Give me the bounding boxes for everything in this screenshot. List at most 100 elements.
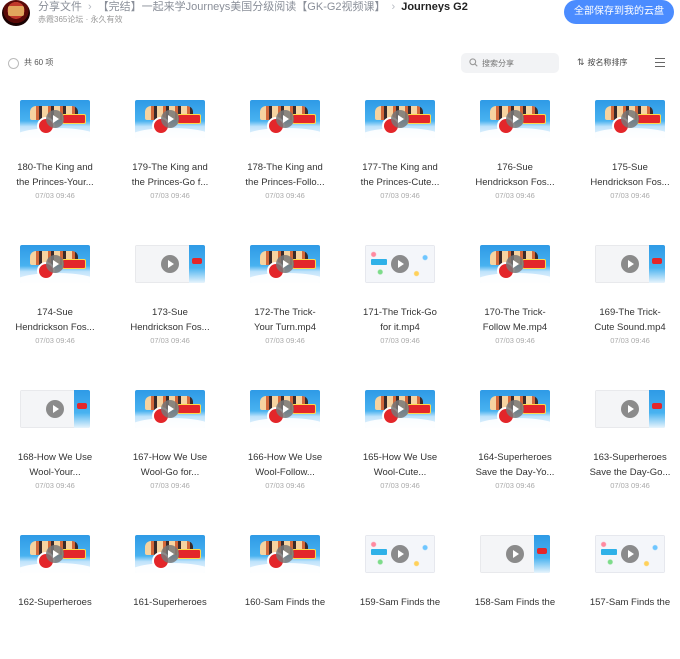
- play-icon[interactable]: [161, 400, 179, 418]
- video-thumbnail[interactable]: [365, 535, 435, 573]
- file-item[interactable]: 174-Sue Hendrickson Fos... 07/03 09:46: [0, 239, 110, 369]
- file-item[interactable]: 175-Sue Hendrickson Fos... 07/03 09:46: [575, 94, 680, 224]
- file-item[interactable]: 178-The King and the Princes-Follo... 07/0…: [230, 94, 340, 224]
- file-name[interactable]: 163-Superheroes Save the Day-Go...: [575, 450, 680, 482]
- file-name[interactable]: 159-Sam Finds the: [345, 595, 455, 627]
- play-icon[interactable]: [46, 545, 64, 563]
- video-thumbnail[interactable]: [20, 245, 90, 283]
- file-item[interactable]: 160-Sam Finds the: [230, 529, 340, 659]
- video-thumbnail[interactable]: [365, 100, 435, 138]
- video-thumbnail[interactable]: [135, 535, 205, 573]
- file-name[interactable]: 171-The Trick-Go for it.mp4: [345, 305, 455, 337]
- avatar[interactable]: [2, 0, 30, 26]
- play-icon[interactable]: [621, 255, 639, 273]
- file-name[interactable]: 167-How We Use Wool-Go for...: [115, 450, 225, 482]
- breadcrumb-item-folder[interactable]: 【完结】一起来学Journeys美国分级阅读【GK-G2视频课】: [98, 1, 386, 12]
- file-name[interactable]: 176-Sue Hendrickson Fos...: [460, 160, 570, 192]
- file-item[interactable]: 170-The Trick- Follow Me.mp4 07/03 09:46: [460, 239, 570, 369]
- play-icon[interactable]: [506, 545, 524, 563]
- video-thumbnail[interactable]: [480, 390, 550, 428]
- video-thumbnail[interactable]: [595, 390, 665, 428]
- video-thumbnail[interactable]: [595, 535, 665, 573]
- play-icon[interactable]: [391, 255, 409, 273]
- sort-button[interactable]: ⇅ 按名称排序: [577, 57, 628, 68]
- play-icon[interactable]: [161, 255, 179, 273]
- video-thumbnail[interactable]: [20, 535, 90, 573]
- video-thumbnail[interactable]: [250, 535, 320, 573]
- file-item[interactable]: 172-The Trick- Your Turn.mp4 07/03 09:46: [230, 239, 340, 369]
- file-name[interactable]: 174-Sue Hendrickson Fos...: [0, 305, 110, 337]
- file-name[interactable]: 170-The Trick- Follow Me.mp4: [460, 305, 570, 337]
- breadcrumb-item-root[interactable]: 分享文件: [38, 1, 82, 12]
- video-thumbnail[interactable]: [480, 100, 550, 138]
- file-item[interactable]: 180-The King and the Princes-Your... 07/03…: [0, 94, 110, 224]
- file-item[interactable]: 164-Superheroes Save the Day-Yo... 07/03 0…: [460, 384, 570, 514]
- file-item[interactable]: 179-The King and the Princes-Go f... 07/03…: [115, 94, 225, 224]
- video-thumbnail[interactable]: [20, 100, 90, 138]
- play-icon[interactable]: [46, 255, 64, 273]
- file-name[interactable]: 161-Superheroes: [115, 595, 225, 627]
- file-item[interactable]: 167-How We Use Wool-Go for... 07/03 09:46: [115, 384, 225, 514]
- file-name[interactable]: 169-The Trick- Cute Sound.mp4: [575, 305, 680, 337]
- play-icon[interactable]: [391, 400, 409, 418]
- video-thumbnail[interactable]: [480, 245, 550, 283]
- file-name[interactable]: 157-Sam Finds the: [575, 595, 680, 627]
- play-icon[interactable]: [621, 545, 639, 563]
- play-icon[interactable]: [161, 545, 179, 563]
- search-box[interactable]: [461, 53, 559, 73]
- file-item[interactable]: 168-How We Use Wool-Your... 07/03 09:46: [0, 384, 110, 514]
- play-icon[interactable]: [276, 545, 294, 563]
- video-thumbnail[interactable]: [250, 245, 320, 283]
- file-item[interactable]: 177-The King and the Princes-Cute... 07/03…: [345, 94, 455, 224]
- file-item[interactable]: 158-Sam Finds the: [460, 529, 570, 659]
- file-item[interactable]: 163-Superheroes Save the Day-Go... 07/03 0…: [575, 384, 680, 514]
- play-icon[interactable]: [46, 110, 64, 128]
- file-name[interactable]: 158-Sam Finds the: [460, 595, 570, 627]
- file-name[interactable]: 180-The King and the Princes-Your...: [0, 160, 110, 192]
- file-name[interactable]: 160-Sam Finds the: [230, 595, 340, 627]
- video-thumbnail[interactable]: [595, 100, 665, 138]
- play-icon[interactable]: [46, 400, 64, 418]
- video-thumbnail[interactable]: [250, 100, 320, 138]
- video-thumbnail[interactable]: [20, 390, 90, 428]
- play-icon[interactable]: [506, 400, 524, 418]
- play-icon[interactable]: [276, 400, 294, 418]
- file-name[interactable]: 172-The Trick- Your Turn.mp4: [230, 305, 340, 337]
- file-item[interactable]: 157-Sam Finds the: [575, 529, 680, 659]
- video-thumbnail[interactable]: [250, 390, 320, 428]
- video-thumbnail[interactable]: [135, 100, 205, 138]
- play-icon[interactable]: [161, 110, 179, 128]
- video-thumbnail[interactable]: [135, 245, 205, 283]
- play-icon[interactable]: [276, 255, 294, 273]
- file-item[interactable]: 176-Sue Hendrickson Fos... 07/03 09:46: [460, 94, 570, 224]
- file-item[interactable]: 166-How We Use Wool-Follow... 07/03 09:46: [230, 384, 340, 514]
- file-item[interactable]: 162-Superheroes: [0, 529, 110, 659]
- file-name[interactable]: 164-Superheroes Save the Day-Yo...: [460, 450, 570, 482]
- file-name[interactable]: 179-The King and the Princes-Go f...: [115, 160, 225, 192]
- video-thumbnail[interactable]: [135, 390, 205, 428]
- video-thumbnail[interactable]: [595, 245, 665, 283]
- play-icon[interactable]: [621, 400, 639, 418]
- play-icon[interactable]: [506, 110, 524, 128]
- play-icon[interactable]: [391, 110, 409, 128]
- file-name[interactable]: 178-The King and the Princes-Follo...: [230, 160, 340, 192]
- file-name[interactable]: 162-Superheroes: [0, 595, 110, 627]
- file-name[interactable]: 175-Sue Hendrickson Fos...: [575, 160, 680, 192]
- file-item[interactable]: 171-The Trick-Go for it.mp4 07/03 09:46: [345, 239, 455, 369]
- file-item[interactable]: 159-Sam Finds the: [345, 529, 455, 659]
- file-item[interactable]: 165-How We Use Wool-Cute... 07/03 09:46: [345, 384, 455, 514]
- file-name[interactable]: 165-How We Use Wool-Cute...: [345, 450, 455, 482]
- file-item[interactable]: 169-The Trick- Cute Sound.mp4 07/03 09:46: [575, 239, 680, 369]
- search-input[interactable]: [482, 56, 554, 70]
- file-item[interactable]: 161-Superheroes: [115, 529, 225, 659]
- play-icon[interactable]: [391, 545, 409, 563]
- select-all-checkbox[interactable]: [8, 58, 19, 69]
- list-view-icon[interactable]: [655, 58, 665, 67]
- video-thumbnail[interactable]: [480, 535, 550, 573]
- save-all-button[interactable]: 全部保存到我的云盘: [564, 0, 674, 24]
- play-icon[interactable]: [276, 110, 294, 128]
- file-name[interactable]: 173-Sue Hendrickson Fos...: [115, 305, 225, 337]
- file-item[interactable]: 173-Sue Hendrickson Fos... 07/03 09:46: [115, 239, 225, 369]
- play-icon[interactable]: [621, 110, 639, 128]
- video-thumbnail[interactable]: [365, 245, 435, 283]
